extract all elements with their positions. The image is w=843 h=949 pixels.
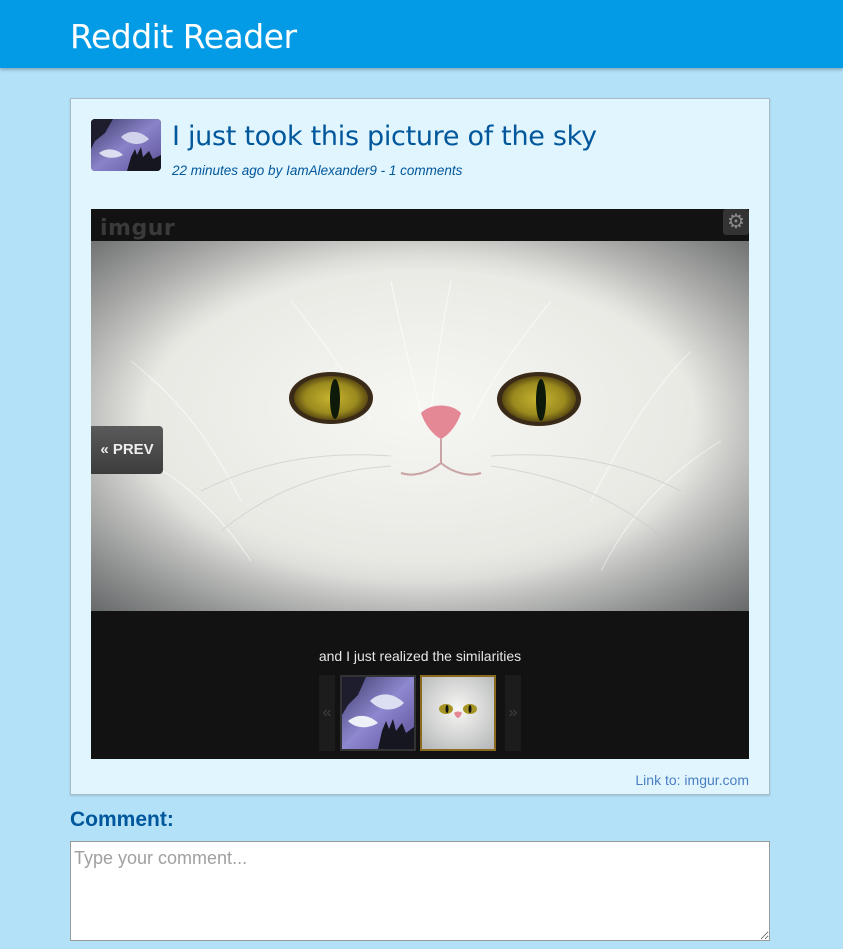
cat-photo [91, 241, 749, 611]
imgur-logo: imgur [100, 216, 176, 241]
post-meta: 22 minutes ago by IamAlexander9 - 1 comm… [172, 163, 463, 178]
app-header: Reddit Reader [0, 0, 843, 68]
imgur-embed: imgur ⚙ « PREV and I just realized the s… [91, 209, 749, 759]
white-cat-photo [422, 677, 494, 749]
prev-button[interactable]: « PREV [91, 426, 163, 474]
source-link[interactable]: Link to: imgur.com [635, 772, 749, 788]
comment-input[interactable] [70, 841, 770, 941]
app-title: Reddit Reader [70, 17, 297, 56]
strip-thumb-cat[interactable] [420, 675, 496, 751]
image-caption: and I just realized the similarities [318, 648, 522, 664]
post-card: I just took this picture of the sky 22 m… [70, 98, 770, 795]
sky-thumbnail-image [91, 119, 161, 171]
post-title[interactable]: I just took this picture of the sky [172, 119, 597, 155]
sky-photo [342, 677, 414, 749]
post-thumbnail[interactable] [91, 119, 161, 171]
strip-left-arrow[interactable]: « [319, 675, 335, 751]
comment-label: Comment: [70, 808, 174, 831]
strip-thumb-sky[interactable] [340, 675, 416, 751]
strip-right-arrow[interactable]: » [505, 675, 521, 751]
gear-icon[interactable]: ⚙ [723, 209, 749, 235]
